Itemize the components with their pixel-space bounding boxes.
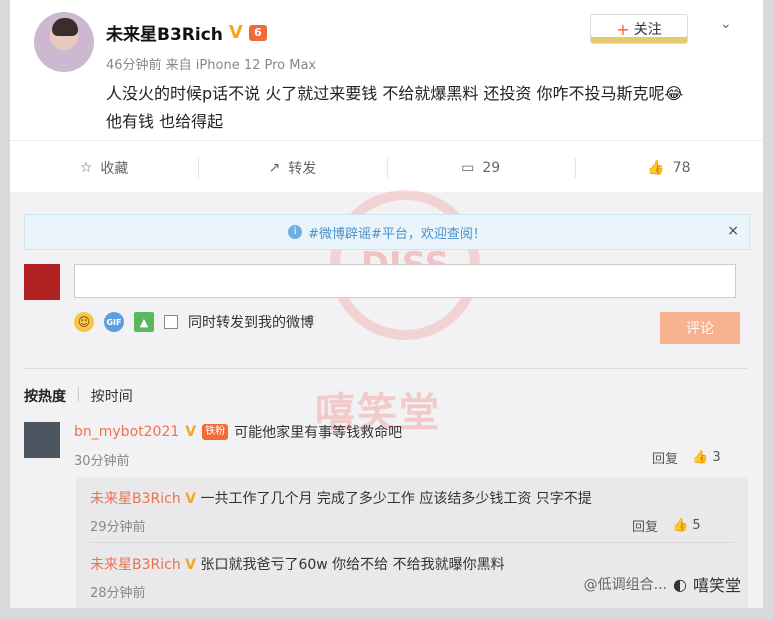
like-count: 78 [672, 160, 691, 176]
favorite-label: 收藏 [100, 161, 129, 177]
sort-by-time-tab[interactable]: 按时间 [91, 386, 133, 406]
author-avatar[interactable] [34, 12, 94, 72]
sync-checkbox[interactable] [164, 315, 178, 329]
emoji-icon[interactable]: ☺ [74, 312, 94, 332]
favorite-button[interactable]: ☆ 收藏 [10, 148, 198, 188]
author-name-row: 未来星B3Rich V 6 [106, 20, 267, 45]
watermark-credit: @低调组合... ◐ 嘻笑堂 [584, 572, 741, 596]
weibo-credit: @低调组合... [583, 577, 668, 593]
weibo-post-card: 未来星B3Rich V 6 + 关注 ⌄ 46分钟前 来自 iPhone 12 … [10, 0, 763, 608]
submit-comment-button[interactable]: 评论 [660, 312, 740, 344]
reply-button[interactable]: 回复 [652, 448, 678, 467]
my-avatar [24, 264, 60, 300]
chevron-down-icon[interactable]: ⌄ [720, 16, 732, 32]
reply-author[interactable]: 未来星B3Rich [90, 557, 181, 573]
rumor-notice: i #微博辟谣#平台，欢迎查阅！ × [24, 214, 750, 250]
commenter-avatar[interactable] [24, 422, 60, 458]
composer-tools: ☺ GIF ▲ 同时转发到我的微博 [74, 312, 314, 332]
divider [24, 368, 748, 369]
reply-button[interactable]: 回复 [632, 516, 658, 535]
comment-button[interactable]: ▭ 29 [386, 148, 575, 188]
comment-like-count: 3 [712, 450, 721, 465]
reply-actions: 回复 👍 5 [632, 516, 701, 535]
sort-tabs: 按热度 | 按时间 [24, 386, 133, 406]
reply-like-count: 5 [692, 518, 701, 533]
account-credit: 嘻笑堂 [692, 576, 741, 595]
star-icon: ☆ [79, 160, 93, 176]
forward-label: 转发 [288, 161, 317, 177]
sort-separator: | [76, 386, 81, 402]
sort-by-hot-tab[interactable]: 按热度 [24, 386, 66, 406]
info-icon: i [288, 225, 303, 239]
like-button[interactable]: 👍 78 [574, 148, 763, 188]
image-icon[interactable]: ▲ [134, 312, 154, 332]
comment-time: 30分钟前 [74, 454, 130, 469]
verified-badge-icon: V [185, 424, 197, 440]
comment-text: 可能他家里有事等钱救命吧 [234, 425, 403, 441]
reply-time: 28分钟前 [90, 586, 146, 601]
reply-time: 29分钟前 [90, 520, 146, 535]
post-text-line: 他有钱 也给得起 [106, 112, 224, 131]
reply-line: 未来星B3Rich V 一共工作了几个月 完成了多少工作 应该结多少钱工资 只字… [90, 488, 592, 508]
reply-author[interactable]: 未来星B3Rich [90, 491, 181, 507]
close-icon[interactable]: × [727, 223, 739, 239]
post-meta: 46分钟前 来自 iPhone 12 Pro Max [106, 58, 317, 73]
verified-badge-icon: V [185, 491, 196, 507]
verified-badge-icon: V [185, 557, 196, 573]
comment-icon: ▭ [461, 160, 475, 176]
reply-divider [90, 542, 734, 543]
notice-text[interactable]: #微博辟谣#平台，欢迎查阅！ [308, 223, 486, 242]
follow-button[interactable]: + 关注 [590, 14, 688, 44]
commenter-name[interactable]: bn_mybot2021 [74, 424, 179, 440]
forward-button[interactable]: ↗ 转发 [198, 148, 386, 188]
level-badge: 6 [248, 24, 267, 41]
comment-count: 29 [482, 160, 501, 176]
follow-label: 关注 [633, 22, 662, 38]
reply-line: 未来星B3Rich V 张口就我爸亏了60w 你给不给 不给我就曝你黑料 [90, 554, 505, 574]
wechat-icon: ◐ [673, 574, 687, 594]
reply-text: 张口就我爸亏了60w 你给不给 不给我就曝你黑料 [200, 557, 505, 573]
post-content: 人没火的时候p话不说 火了就过来要钱 不给就爆黑料 还投资 你咋不投马斯克呢😂 … [106, 80, 746, 136]
plus-icon: + [616, 19, 630, 39]
forward-icon: ↗ [268, 160, 281, 176]
comment-like-button[interactable]: 👍 3 [692, 450, 721, 465]
verified-badge-icon: V [228, 22, 243, 43]
thumbs-up-icon: 👍 [647, 160, 665, 176]
reply-like-button[interactable]: 👍 5 [672, 518, 701, 533]
post-text-line: 人没火的时候p话不说 火了就过来要钱 不给就爆黑料 还投资 你咋不投马斯克呢😂 [106, 84, 684, 103]
author-name[interactable]: 未来星B3Rich [106, 20, 223, 45]
gif-icon[interactable]: GIF [104, 312, 124, 332]
fan-badge: 铁粉 [202, 424, 229, 440]
comment-line: bn_mybot2021 V 铁粉 可能他家里有事等钱救命吧 [74, 422, 402, 442]
reply-text: 一共工作了几个月 完成了多少工作 应该结多少钱工资 只字不提 [200, 491, 592, 507]
comment-actions: 回复 👍 3 [652, 448, 721, 467]
comment-input[interactable] [74, 264, 736, 298]
sync-label: 同时转发到我的微博 [188, 315, 314, 331]
action-buttons: ☆ 收藏 ↗ 转发 ▭ 29 👍 78 [10, 148, 763, 188]
